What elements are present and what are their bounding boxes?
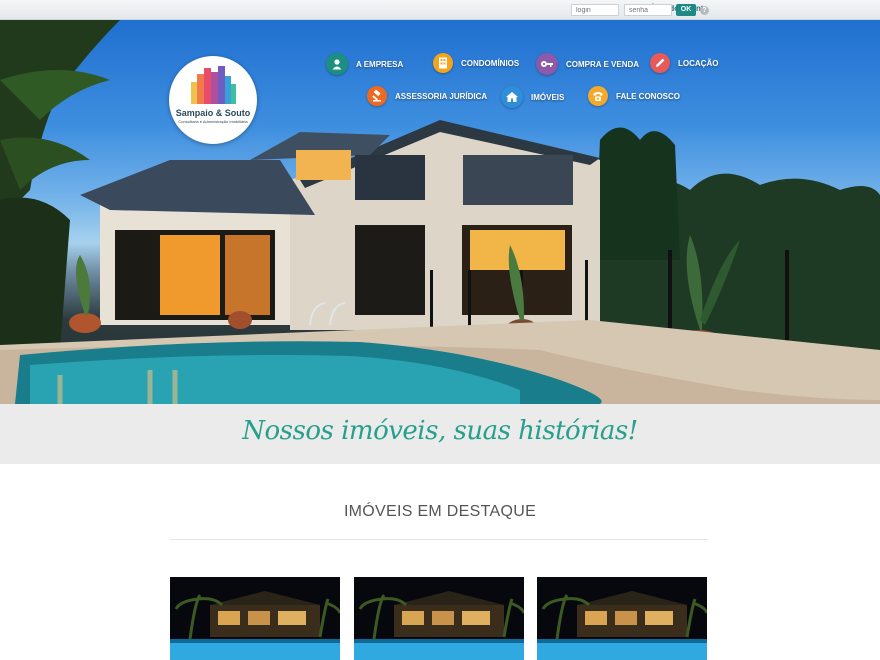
nav-label: COMPRA E VENDA [566, 59, 640, 69]
nav-compra-e-venda[interactable]: COMPRA E VENDA [536, 53, 639, 75]
slogan-band: Nossos imóveis, suas histórias! [0, 404, 880, 464]
person-icon [326, 53, 348, 75]
property-card[interactable] [354, 577, 524, 660]
pencil-icon [650, 53, 670, 73]
login-ok-button[interactable]: OK [676, 4, 696, 16]
phone-icon [588, 86, 608, 106]
nav-label: LOCAÇÃO [678, 58, 719, 68]
help-icon[interactable]: ? [700, 6, 709, 15]
login-input[interactable] [571, 4, 619, 16]
company-logo[interactable]: Sampaio & Souto Consultoria e Administra… [169, 56, 257, 144]
nav-locacao[interactable]: LOCAÇÃO [650, 53, 718, 73]
password-input[interactable] [624, 4, 672, 16]
nav-fale-conosco[interactable]: FALE CONOSCO [588, 86, 680, 106]
nav-imoveis[interactable]: IMÓVEIS [501, 86, 564, 108]
logo-buildings-icon [191, 66, 236, 104]
property-photo [170, 577, 340, 660]
featured-divider [170, 539, 708, 540]
gavel-icon [367, 86, 387, 106]
property-card[interactable] [170, 577, 340, 660]
nav-label: FALE CONOSCO [616, 91, 681, 101]
key-icon [536, 53, 558, 75]
featured-title: IMÓVEIS EM DESTAQUE [343, 503, 537, 520]
property-photo [537, 577, 707, 660]
nav-label: ASSESSORIA JURÍDICA [395, 91, 488, 101]
property-card[interactable] [537, 577, 707, 660]
building-icon [433, 53, 453, 73]
nav-assessoria-juridica[interactable]: ASSESSORIA JURÍDICA [367, 86, 487, 106]
client-bar: Área do Cliente OK ? [0, 0, 880, 20]
nav-label: CONDOMÍNIOS [461, 58, 520, 68]
logo-tagline: Consultoria e Administração Imobiliária [178, 119, 248, 124]
house-icon [501, 86, 523, 108]
hero-house-photo [0, 20, 880, 404]
nav-label: IMÓVEIS [531, 92, 565, 102]
nav-condominios[interactable]: CONDOMÍNIOS [433, 53, 519, 73]
property-photo [354, 577, 524, 660]
logo-name: Sampaio & Souto [175, 108, 251, 118]
nav-a-empresa[interactable]: A EMPRESA [326, 53, 403, 75]
hero-banner: Sampaio & Souto Consultoria e Administra… [0, 20, 880, 404]
slogan: Nossos imóveis, suas histórias! [242, 416, 638, 446]
nav-label: A EMPRESA [356, 59, 404, 69]
